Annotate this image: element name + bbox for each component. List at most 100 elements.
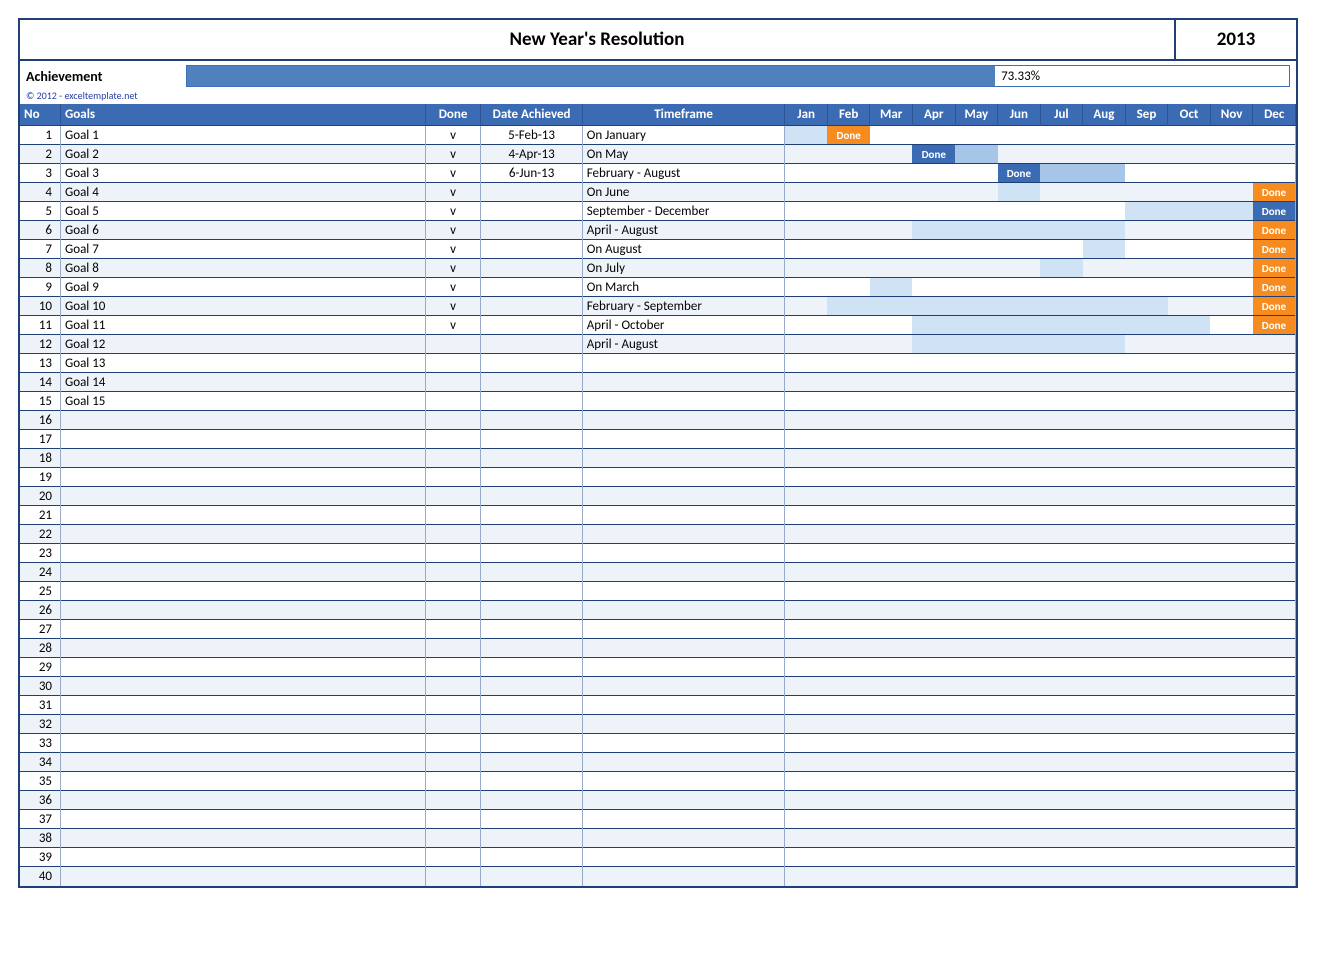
cell-timeframe[interactable]: On June (582, 183, 785, 202)
cell-date-achieved[interactable] (481, 449, 582, 468)
cell-month[interactable] (1125, 487, 1168, 506)
cell-timeframe[interactable]: On May (582, 145, 785, 164)
cell-goal[interactable] (61, 677, 426, 696)
cell-month[interactable] (785, 658, 828, 677)
cell-month[interactable] (1168, 582, 1211, 601)
cell-month[interactable] (912, 829, 955, 848)
cell-month[interactable] (1168, 658, 1211, 677)
cell-month[interactable] (827, 848, 870, 867)
cell-month[interactable]: Done (1253, 202, 1296, 221)
cell-timeframe[interactable]: February - August (582, 164, 785, 183)
cell-month[interactable] (1083, 810, 1126, 829)
cell-date-achieved[interactable] (481, 563, 582, 582)
cell-timeframe[interactable] (582, 677, 785, 696)
cell-month[interactable] (1168, 601, 1211, 620)
cell-month[interactable] (1253, 392, 1296, 411)
cell-date-achieved[interactable] (481, 658, 582, 677)
cell-month[interactable] (1210, 278, 1253, 297)
cell-month[interactable] (912, 791, 955, 810)
cell-month[interactable] (1253, 677, 1296, 696)
cell-no[interactable]: 38 (20, 829, 61, 848)
cell-month[interactable]: Done (1253, 297, 1296, 316)
cell-month[interactable] (1040, 297, 1083, 316)
cell-month[interactable] (785, 487, 828, 506)
cell-month[interactable] (955, 449, 998, 468)
cell-month[interactable] (870, 639, 913, 658)
cell-month[interactable] (870, 715, 913, 734)
cell-month[interactable] (785, 430, 828, 449)
cell-month[interactable] (1040, 582, 1083, 601)
cell-month[interactable] (870, 183, 913, 202)
cell-month[interactable] (1168, 259, 1211, 278)
cell-no[interactable]: 9 (20, 278, 61, 297)
cell-month[interactable] (1040, 240, 1083, 259)
cell-month[interactable] (1253, 753, 1296, 772)
cell-month[interactable] (1083, 715, 1126, 734)
cell-done[interactable]: v (425, 126, 481, 145)
cell-month[interactable] (870, 848, 913, 867)
cell-month[interactable] (1253, 164, 1296, 183)
cell-month[interactable] (1040, 468, 1083, 487)
cell-month[interactable] (827, 677, 870, 696)
cell-date-achieved[interactable] (481, 468, 582, 487)
cell-month[interactable] (1040, 563, 1083, 582)
cell-month[interactable] (1210, 677, 1253, 696)
cell-month[interactable] (1083, 392, 1126, 411)
cell-month[interactable] (1168, 867, 1211, 886)
cell-month[interactable] (998, 297, 1041, 316)
cell-month[interactable] (1040, 335, 1083, 354)
cell-month[interactable] (1040, 259, 1083, 278)
cell-done[interactable] (425, 639, 481, 658)
cell-month[interactable] (1253, 487, 1296, 506)
cell-done[interactable] (425, 411, 481, 430)
cell-month[interactable] (785, 373, 828, 392)
cell-month[interactable] (1083, 316, 1126, 335)
cell-month[interactable] (1125, 259, 1168, 278)
cell-month[interactable] (955, 639, 998, 658)
cell-month[interactable] (955, 791, 998, 810)
cell-month[interactable] (827, 164, 870, 183)
cell-month[interactable] (1040, 392, 1083, 411)
cell-month[interactable] (1083, 221, 1126, 240)
cell-month[interactable] (1210, 316, 1253, 335)
cell-goal[interactable]: Goal 7 (61, 240, 426, 259)
cell-month[interactable] (1125, 164, 1168, 183)
cell-done[interactable]: v (425, 240, 481, 259)
cell-goal[interactable] (61, 620, 426, 639)
cell-month[interactable] (870, 259, 913, 278)
cell-month[interactable] (785, 677, 828, 696)
cell-month[interactable] (955, 734, 998, 753)
cell-month[interactable] (785, 183, 828, 202)
cell-month[interactable] (912, 620, 955, 639)
cell-month[interactable] (912, 848, 955, 867)
cell-goal[interactable]: Goal 3 (61, 164, 426, 183)
cell-month[interactable]: Done (1253, 316, 1296, 335)
cell-no[interactable]: 23 (20, 544, 61, 563)
cell-month[interactable] (870, 430, 913, 449)
cell-done[interactable]: v (425, 183, 481, 202)
cell-month[interactable] (1253, 848, 1296, 867)
cell-month[interactable] (1125, 772, 1168, 791)
cell-goal[interactable] (61, 639, 426, 658)
cell-month[interactable] (785, 278, 828, 297)
cell-month[interactable] (912, 810, 955, 829)
cell-no[interactable]: 19 (20, 468, 61, 487)
cell-month[interactable] (912, 658, 955, 677)
cell-month[interactable] (1210, 810, 1253, 829)
cell-month[interactable] (1253, 354, 1296, 373)
cell-month[interactable] (912, 487, 955, 506)
cell-month[interactable] (1040, 544, 1083, 563)
cell-goal[interactable]: Goal 2 (61, 145, 426, 164)
cell-timeframe[interactable]: On January (582, 126, 785, 145)
cell-no[interactable]: 27 (20, 620, 61, 639)
cell-month[interactable] (1210, 164, 1253, 183)
cell-month[interactable] (955, 373, 998, 392)
cell-month[interactable] (1168, 810, 1211, 829)
cell-month[interactable]: Done (1253, 259, 1296, 278)
cell-month[interactable] (912, 582, 955, 601)
cell-month[interactable] (955, 259, 998, 278)
cell-month[interactable] (870, 677, 913, 696)
cell-month[interactable] (1040, 658, 1083, 677)
cell-month[interactable] (998, 582, 1041, 601)
cell-timeframe[interactable]: On March (582, 278, 785, 297)
